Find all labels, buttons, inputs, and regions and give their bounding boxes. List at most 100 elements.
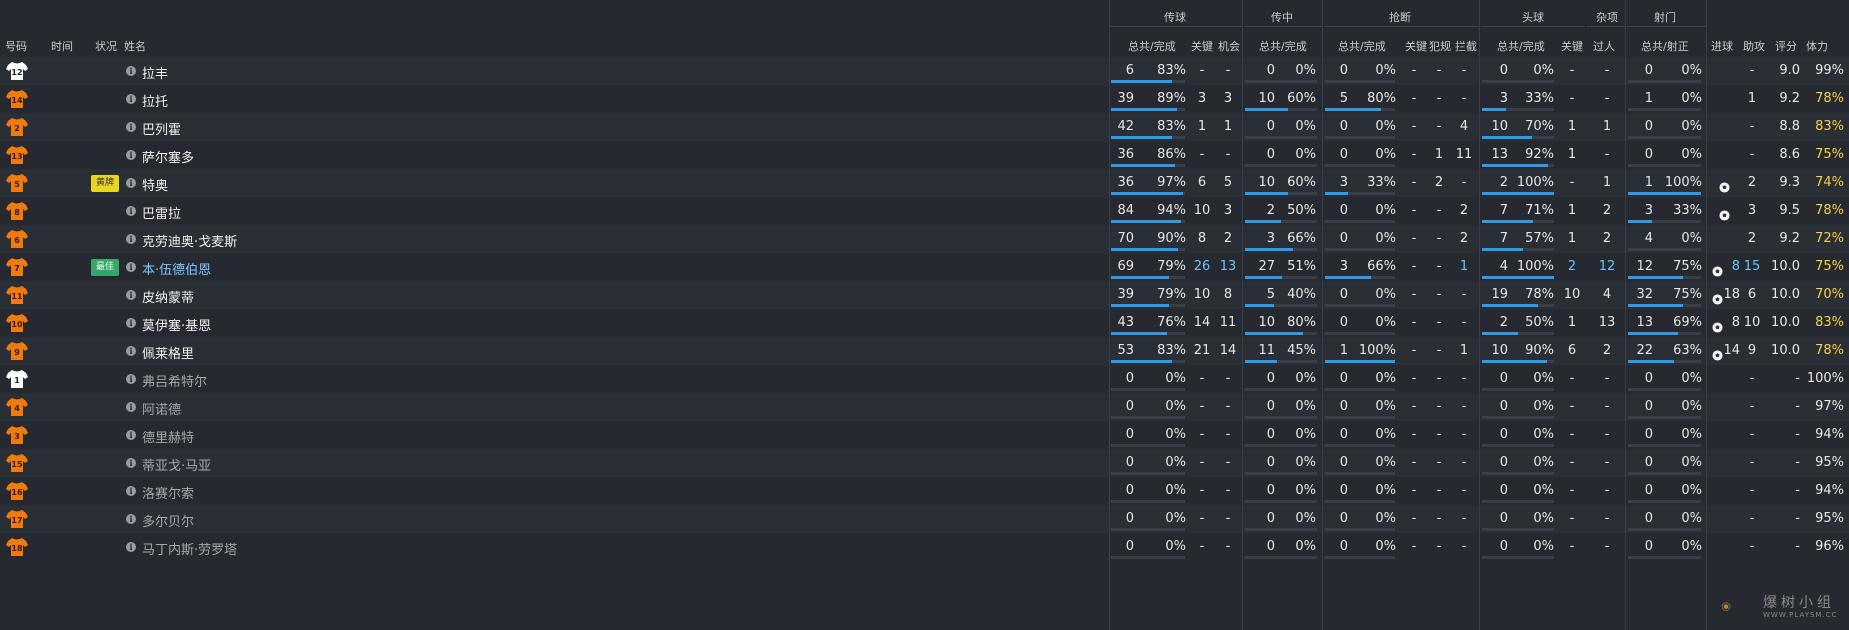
player-name[interactable]: 马丁内斯·劳罗塔: [142, 539, 237, 558]
info-icon[interactable]: i: [126, 486, 136, 496]
col-pass-key[interactable]: 关键: [1191, 38, 1213, 54]
table-row[interactable]: 18 i 马丁内斯·劳罗塔 0 0% - -0 0% 0 0% - - -0 0% - -0 0% - -96%: [0, 533, 1849, 561]
col-tackle-total[interactable]: 总共/完成: [1338, 38, 1386, 54]
player-name[interactable]: 巴雷拉: [142, 203, 181, 222]
player-name[interactable]: 莫伊塞·基恩: [142, 315, 211, 334]
player-name[interactable]: 蒂亚戈·马亚: [142, 455, 211, 474]
col-stamina[interactable]: 体力: [1806, 38, 1828, 54]
svg-text:2: 2: [14, 124, 20, 133]
cross-completion: 51%: [1287, 259, 1316, 274]
shot-total: 3: [1644, 203, 1653, 218]
info-icon[interactable]: i: [126, 430, 136, 440]
info-icon[interactable]: i: [126, 122, 136, 132]
info-icon[interactable]: i: [126, 206, 136, 216]
info-icon[interactable]: i: [126, 66, 136, 76]
info-icon[interactable]: i: [126, 346, 136, 356]
pass-key: 10: [1193, 203, 1211, 218]
table-row[interactable]: 6 i 克劳迪奥·戈麦斯 70 90% 8 2 3 66% 0 0% - -2 7 57% 1 2 4 0% 2 9.…: [0, 225, 1849, 253]
pass-completion-bar-track: [1111, 472, 1185, 475]
pass-total: 36: [1117, 147, 1134, 162]
player-name[interactable]: 佩莱格里: [142, 343, 194, 362]
cross-completion: 0%: [1295, 455, 1316, 470]
table-row[interactable]: 2 i 巴列霍 42 83% 1 1 0 0% 0 0% - -4 10 70% 1 1 0 0% -8.8 83%: [0, 113, 1849, 141]
player-name[interactable]: 多尔贝尔: [142, 511, 194, 530]
player-name[interactable]: 巴列霍: [142, 119, 181, 138]
table-row[interactable]: 17 i 多尔贝尔 0 0% - -0 0% 0 0% - - -0 0% - -0 0% - -95%: [0, 505, 1849, 533]
col-shot-total[interactable]: 总共/射正: [1641, 38, 1689, 54]
info-icon[interactable]: i: [126, 150, 136, 160]
col-time[interactable]: 时间: [51, 38, 73, 54]
table-row[interactable]: 14 i 拉托 39 89% 3 3 10 60% 5 80% - - -3 33% - -1 0% 1 9.2 78…: [0, 85, 1849, 113]
tackle-completion: 0%: [1375, 511, 1396, 526]
tackle-foul: -: [1436, 315, 1442, 330]
table-row[interactable]: 1 i 弗吕希特尔 0 0% - -0 0% 0 0% - - -0 0% - -0 0% - -100%: [0, 365, 1849, 393]
table-row[interactable]: 4 i 阿诺德 0 0% - -0 0% 0 0% - - -0 0% - -0 0% - -97%: [0, 393, 1849, 421]
info-icon[interactable]: i: [126, 402, 136, 412]
table-row[interactable]: 8 i 巴雷拉 84 94% 10 3 2 50% 0 0% - -2 7 71% 1 2 3 33% 3 9.5 78…: [0, 197, 1849, 225]
table-row[interactable]: 5 黄牌 i 特奥 36 97% 6 5 10 60% 3 33% -2-2 100% -1 1 100% 2 9…: [0, 169, 1849, 197]
player-name[interactable]: 德里赫特: [142, 427, 194, 446]
table-row[interactable]: 7 最佳 i 本·伍德伯恩 69 79% 26 13 27 51% 3 66% - -1 4 100% 2 12…: [0, 253, 1849, 281]
table-row[interactable]: 3 i 德里赫特 0 0% - -0 0% 0 0% - - -0 0% - -0 0% - -94%: [0, 421, 1849, 449]
col-rating[interactable]: 评分: [1775, 38, 1797, 54]
col-goals[interactable]: 进球: [1711, 38, 1733, 54]
info-icon[interactable]: i: [126, 94, 136, 104]
pass-total: 53: [1117, 343, 1134, 358]
table-row[interactable]: 13 i 萨尔塞多 36 86% - -0 0% 0 0% -1 11 13 92% 1-0 0% -8.6 7…: [0, 141, 1849, 169]
table-row[interactable]: 11 i 皮纳蒙蒂 39 79% 10 8 5 40% 0 0% - - -19 78% 10 4 32 75% 1…: [0, 281, 1849, 309]
info-icon[interactable]: i: [126, 318, 136, 328]
tackle-completion: 80%: [1367, 91, 1396, 106]
shot-total: 1: [1644, 91, 1653, 106]
shot-on-target-bar-track: [1628, 136, 1701, 139]
table-row[interactable]: 16 i 洛赛尔索 0 0% - -0 0% 0 0% - - -0 0% - -0 0% - -94%: [0, 477, 1849, 505]
player-name[interactable]: 特奥: [142, 175, 168, 194]
pass-key: 6: [1197, 175, 1207, 190]
player-name[interactable]: 弗吕希特尔: [142, 371, 207, 390]
col-name[interactable]: 姓名: [124, 38, 146, 54]
pass-total: 0: [1125, 511, 1134, 526]
col-status[interactable]: 状况: [95, 38, 117, 54]
col-tackle-foul[interactable]: 犯规: [1429, 38, 1451, 54]
info-icon[interactable]: i: [126, 262, 136, 272]
player-name[interactable]: 萨尔塞多: [142, 147, 194, 166]
tackle-completion: 0%: [1375, 483, 1396, 498]
col-number[interactable]: 号码: [5, 38, 27, 54]
table-row[interactable]: 9 i 佩莱格里 53 83% 21 14 11 45% 1 100% - -1 10 90% 6 2 22 63…: [0, 337, 1849, 365]
col-cross-total[interactable]: 总共/完成: [1259, 38, 1307, 54]
info-icon[interactable]: i: [126, 290, 136, 300]
header-completion: 50%: [1525, 315, 1554, 330]
col-header-key[interactable]: 关键: [1561, 38, 1583, 54]
player-name[interactable]: 拉托: [142, 91, 168, 110]
table-row[interactable]: 10 i 莫伊塞·基恩 43 76% 14 11 10 80% 0 0% - - -2 50% 1 13 13 6…: [0, 309, 1849, 337]
shot-on-target-bar-track: [1628, 80, 1701, 83]
player-name[interactable]: 皮纳蒙蒂: [142, 287, 194, 306]
rating: 10.0: [1771, 287, 1800, 302]
cross-completion-bar: [1245, 108, 1288, 111]
col-header-total[interactable]: 总共/完成: [1497, 38, 1545, 54]
header-completion-bar-track: [1482, 528, 1554, 531]
player-name[interactable]: 洛赛尔索: [142, 483, 194, 502]
col-pass-chance[interactable]: 机会: [1218, 38, 1240, 54]
table-row[interactable]: 15 i 蒂亚戈·马亚 0 0% - -0 0% 0 0% - - -0 0% - -0 0% - -95%: [0, 449, 1849, 477]
player-name[interactable]: 克劳迪奥·戈麦斯: [142, 231, 237, 250]
info-icon[interactable]: i: [126, 514, 136, 524]
info-icon[interactable]: i: [126, 542, 136, 552]
header-total: 0: [1499, 483, 1508, 498]
col-tackle-block[interactable]: 拦截: [1455, 38, 1477, 54]
player-name[interactable]: 阿诺德: [142, 399, 181, 418]
info-icon[interactable]: i: [126, 178, 136, 188]
table-row[interactable]: 12 i 拉丰 6 83% - -0 0% 0 0% - - -0 0% - -0 0% -9.0 99%: [0, 57, 1849, 85]
misc-dribble: -: [1604, 483, 1610, 498]
col-assists[interactable]: 助攻: [1743, 38, 1765, 54]
col-pass-total[interactable]: 总共/完成: [1128, 38, 1176, 54]
col-misc-dribble[interactable]: 过人: [1593, 38, 1615, 54]
info-icon[interactable]: i: [126, 234, 136, 244]
info-icon[interactable]: i: [126, 458, 136, 468]
col-tackle-key[interactable]: 关键: [1405, 38, 1427, 54]
tackle-key: -: [1411, 287, 1417, 302]
player-name[interactable]: 拉丰: [142, 63, 168, 82]
info-icon[interactable]: i: [126, 374, 136, 384]
player-name[interactable]: 本·伍德伯恩: [142, 259, 211, 278]
header-total: 0: [1499, 63, 1508, 78]
shot-total: 32: [1636, 287, 1653, 302]
